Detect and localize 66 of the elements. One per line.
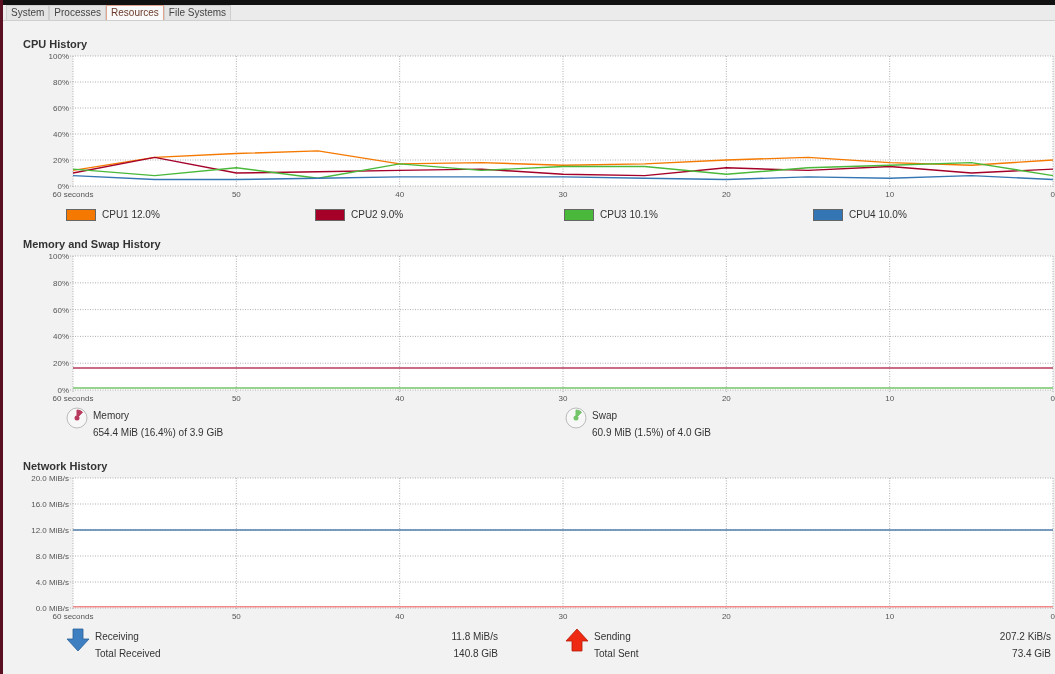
axis-tick-label: 60 seconds <box>52 612 94 621</box>
axis-tick-label: 80% <box>53 78 69 87</box>
axis-tick-label: 0 <box>1050 612 1055 621</box>
legend-label: CPU3 10.1% <box>600 208 658 222</box>
axis-tick-label: 30 <box>558 612 568 621</box>
axis-tick-label: 4.0 MiB/s <box>35 578 69 587</box>
rate-value: 11.8 MiB/s <box>451 630 498 644</box>
axis-tick-label: 10 <box>885 394 895 403</box>
axis-tick-label: 50 <box>231 612 241 621</box>
tab[interactable]: Resources <box>106 5 164 20</box>
axis-tick-label: 60 seconds <box>52 394 94 403</box>
axis-tick-label: 60% <box>53 104 69 113</box>
legend-label: CPU2 9.0% <box>351 208 404 222</box>
axis-tick-label: 20% <box>53 156 69 165</box>
section-title: Network History <box>23 459 109 473</box>
legend-label: Sending <box>594 630 632 644</box>
axis-tick-label: 50 <box>231 190 241 199</box>
axis-tick-label: 60% <box>53 305 69 315</box>
pie-icon <box>565 407 587 429</box>
down-arrow-icon <box>66 628 90 652</box>
axis-tick-label: 12.0 MiB/s <box>31 526 69 535</box>
axis-tick-label: 40 <box>395 394 405 403</box>
axis-tick-label: 40 <box>395 612 405 621</box>
axis-tick-label: 0 <box>1050 190 1055 199</box>
usage-text: 654.4 MiB (16.4%) of 3.9 GiB <box>93 426 224 440</box>
axis-tick-label: 0.0 MiB/s <box>35 604 69 613</box>
axis-tick-label: 20.0 MiB/s <box>31 474 69 483</box>
axis-tick-label: 60 seconds <box>52 190 94 199</box>
axis-tick-label: 0% <box>57 386 69 395</box>
axis-tick-label: 20 <box>721 612 731 621</box>
axis-tick-label: 30 <box>558 394 568 403</box>
total-label: Total Sent <box>594 647 639 661</box>
axis-tick-label: 40% <box>53 130 69 139</box>
axis-tick-label: 80% <box>53 278 69 288</box>
axis-tick-label: 30 <box>558 190 568 199</box>
axis-tick-label: 20 <box>721 394 731 403</box>
section-title: CPU History <box>23 37 89 51</box>
axis-tick-label: 100% <box>48 252 69 261</box>
axis-tick-label: 10 <box>885 612 895 621</box>
section-title: Memory and Swap History <box>23 237 162 251</box>
axis-tick-label: 100% <box>48 52 69 61</box>
up-arrow-icon <box>565 628 589 652</box>
total-label: Total Received <box>95 647 161 661</box>
axis-tick-label: 40% <box>53 332 69 342</box>
legend-label: Receiving <box>95 630 140 644</box>
axis-tick-label: 40 <box>395 190 405 199</box>
total-value: 140.8 GiB <box>453 647 498 661</box>
legend-label: Swap <box>592 409 618 423</box>
axis-tick-label: 10 <box>885 190 895 199</box>
axis-tick-label: 20% <box>53 359 69 369</box>
tab[interactable]: System <box>6 5 50 20</box>
total-value: 73.4 GiB <box>1012 647 1051 661</box>
legend-label: CPU1 12.0% <box>102 208 160 222</box>
legend-label: Memory <box>93 409 131 423</box>
axis-tick-label: 0 <box>1050 394 1055 403</box>
axis-tick-label: 8.0 MiB/s <box>35 552 69 561</box>
axis-tick-label: 0% <box>57 182 69 191</box>
usage-text: 60.9 MiB (1.5%) of 4.0 GiB <box>592 426 711 440</box>
axis-tick-label: 20 <box>721 190 731 199</box>
legend-label: CPU4 10.0% <box>849 208 907 222</box>
tab[interactable]: File Systems <box>163 5 232 20</box>
pie-icon <box>66 407 88 429</box>
tab[interactable]: Processes <box>49 5 107 20</box>
rate-value: 207.2 KiB/s <box>999 630 1051 644</box>
axis-tick-label: 16.0 MiB/s <box>31 500 69 509</box>
axis-tick-label: 50 <box>231 394 241 403</box>
